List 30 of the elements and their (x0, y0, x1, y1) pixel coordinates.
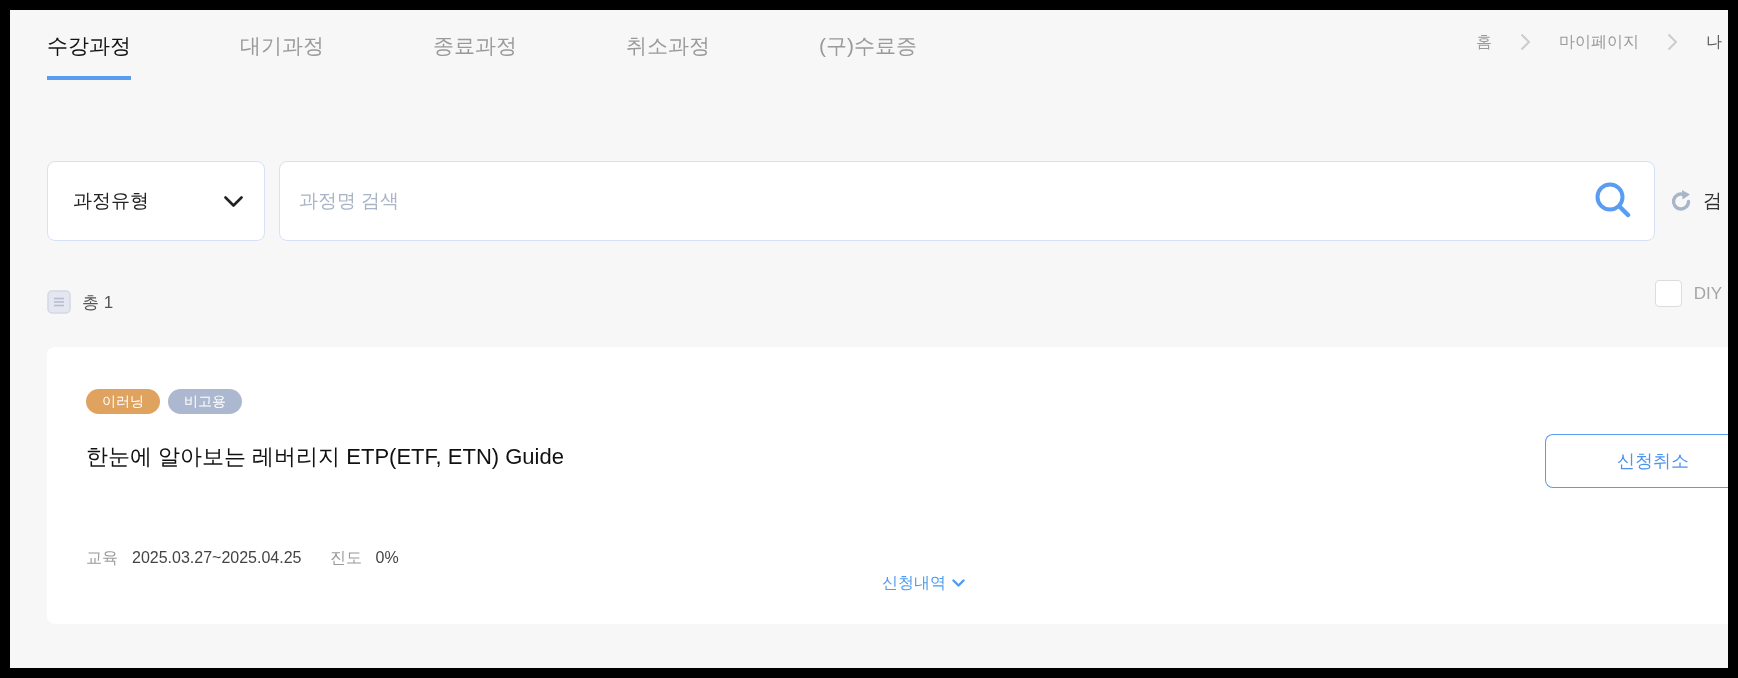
course-tag: 이러닝 (86, 389, 160, 414)
reset-label[interactable]: 검 (1703, 189, 1722, 213)
course-title: 한눈에 알아보는 레버리지 ETP(ETF, ETN) Guide (86, 443, 564, 471)
progress-label: 진도 (329, 548, 362, 568)
education-label: 교육 (86, 548, 118, 568)
breadcrumb-link[interactable]: 홈 (1476, 31, 1492, 53)
breadcrumb-link[interactable]: 마이페이지 (1559, 31, 1639, 53)
search-field[interactable]: 과정명 검색 (279, 161, 1655, 241)
cancel-button[interactable]: 신청취소 (1545, 434, 1728, 488)
list-icon (47, 290, 71, 314)
course-tag: 비고용 (168, 389, 242, 414)
progress-value: 0% (375, 548, 399, 568)
tab[interactable]: 취소과정 (626, 31, 710, 80)
chevron-down-icon (952, 579, 965, 587)
breadcrumb-current: 나 (1706, 32, 1722, 52)
course-type-dropdown[interactable]: 과정유형 (47, 161, 265, 241)
total-count: 총 1 (82, 291, 114, 314)
history-link[interactable]: 신청내역 (882, 573, 965, 593)
tab[interactable]: 수강과정 (47, 31, 131, 80)
tab[interactable]: 종료과정 (433, 31, 517, 80)
diy-label[interactable]: DIY (1693, 282, 1722, 305)
tab[interactable]: (구)수료증 (819, 31, 917, 80)
education-period: 2025.03.27~2025.04.25 (132, 548, 302, 568)
tab[interactable]: 대기과정 (240, 31, 324, 80)
chevron-right-icon (1667, 33, 1678, 51)
chevron-right-icon (1520, 33, 1531, 51)
diy-checkbox[interactable] (1654, 280, 1682, 307)
chevron-down-icon (224, 195, 243, 207)
refresh-icon[interactable] (1669, 189, 1693, 213)
search-icon[interactable] (1595, 182, 1631, 218)
